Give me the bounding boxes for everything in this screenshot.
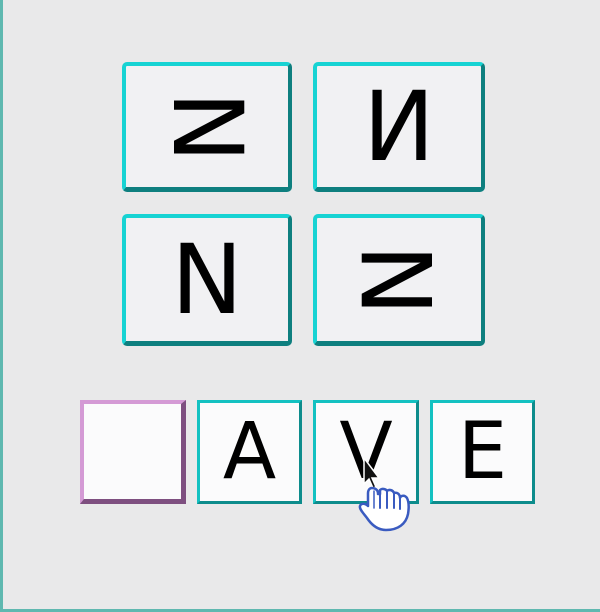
choice-tile-3[interactable]: N [122,214,292,346]
word-slot-1-empty[interactable] [80,400,186,504]
game-frame [0,0,600,612]
choice-letter-1: N [151,90,263,163]
word-slot-letter-2: A [222,407,277,497]
choice-letter-4: N [343,243,455,316]
word-slot-letter-3: V [339,407,393,497]
word-slot-letter-4: E [457,407,508,497]
choice-tile-4[interactable]: N [313,214,485,346]
word-slot-2: A [197,400,302,504]
choice-tile-1[interactable]: N [122,62,292,192]
choice-tile-2[interactable]: N [313,62,485,192]
choice-letter-3: N [171,223,243,336]
word-slot-3: V [313,400,419,504]
word-slot-4: E [430,400,535,504]
choice-letter-2: N [363,70,435,183]
